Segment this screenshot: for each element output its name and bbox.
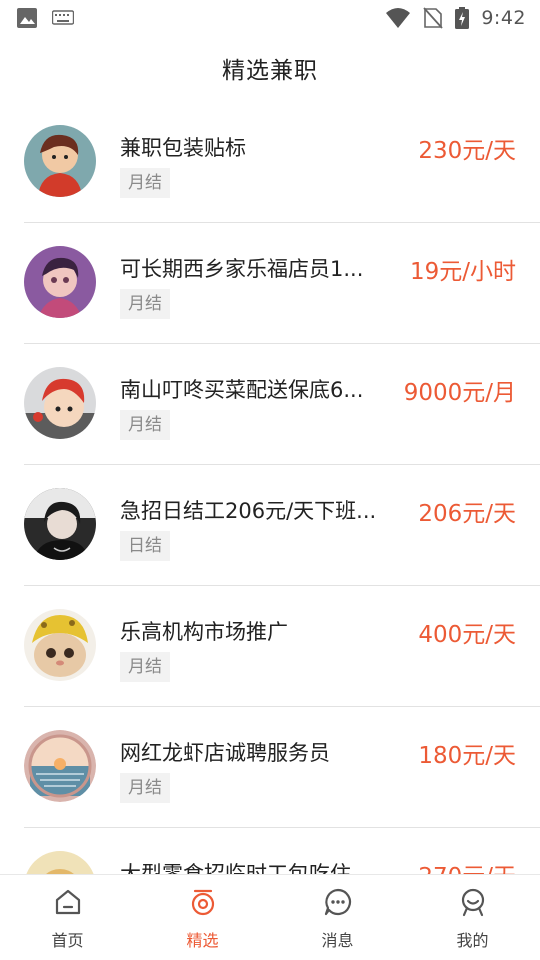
home-icon — [53, 887, 83, 921]
sunset-sea-avatar — [24, 730, 96, 802]
profile-icon — [458, 887, 488, 921]
nav-item-featured[interactable]: 精选 — [135, 875, 270, 960]
job-title: 南山叮咚买菜配送保底6... — [120, 378, 364, 402]
hooded-man-avatar — [24, 488, 96, 560]
nav-item-home[interactable]: 首页 — [0, 875, 135, 960]
salary: 180元/天 — [418, 743, 516, 769]
settlement-tag: 月结 — [120, 773, 170, 803]
nav-label: 首页 — [51, 931, 84, 950]
settlement-tag: 月结 — [120, 652, 170, 682]
job-title: 网红龙虾店诚聘服务员 — [120, 741, 330, 765]
job-title: 可长期西乡家乐福店员1... — [120, 257, 364, 281]
nav-label: 我的 — [456, 931, 489, 950]
cartoon-avatar — [24, 851, 96, 874]
strawberry-doll-avatar — [24, 367, 96, 439]
status-bar: 9:42 — [0, 0, 540, 36]
job-item[interactable]: 可长期西乡家乐福店员1... 月结 19元/小时 — [24, 223, 540, 344]
job-item[interactable]: 急招日结工206元/天下班... 日结 206元/天 — [24, 465, 540, 586]
image-icon — [16, 7, 38, 29]
salary: 19元/小时 — [409, 259, 516, 285]
nav-label: 精选 — [186, 931, 219, 950]
page-title: 精选兼职 — [222, 58, 318, 84]
job-title: 大型零食招临时工包吃住 — [120, 862, 351, 874]
settlement-tag: 日结 — [120, 531, 170, 561]
settlement-tag: 月结 — [120, 289, 170, 319]
nav-item-profile[interactable]: 我的 — [405, 875, 540, 960]
salary: 9000元/月 — [403, 380, 516, 406]
settlement-tag: 月结 — [120, 168, 170, 198]
job-item[interactable]: 网红龙虾店诚聘服务员 月结 180元/天 — [24, 707, 540, 828]
message-icon — [323, 887, 353, 921]
salary: 270元/天 — [418, 857, 516, 874]
job-item[interactable]: 兼职包装贴标 月结 230元/天 — [24, 102, 540, 223]
status-time: 9:42 — [481, 7, 526, 29]
battery-charging-icon — [455, 7, 470, 29]
job-list[interactable]: 兼职包装贴标 月结 230元/天 可长期西乡家乐福店员1... 月结 19元/小… — [0, 102, 540, 874]
job-item[interactable]: 乐高机构市场推广 月结 400元/天 — [24, 586, 540, 707]
job-item[interactable]: 南山叮咚买菜配送保底6... 月结 9000元/月 — [24, 344, 540, 465]
salary: 400元/天 — [418, 622, 516, 648]
salary: 230元/天 — [418, 138, 516, 164]
featured-icon — [188, 887, 218, 921]
salary: 206元/天 — [418, 501, 516, 527]
keyboard-icon — [52, 10, 74, 26]
cat-hat-avatar — [24, 609, 96, 681]
job-title: 兼职包装贴标 — [120, 136, 246, 160]
purple-portrait-avatar — [24, 246, 96, 318]
job-item[interactable]: 大型零食招临时工包吃住 月结 270元/天 — [24, 828, 540, 874]
girl-red-scarf-avatar — [24, 125, 96, 197]
nav-label: 消息 — [321, 931, 354, 950]
job-title: 急招日结工206元/天下班... — [120, 499, 377, 523]
header: 精选兼职 — [0, 36, 540, 100]
job-title: 乐高机构市场推广 — [120, 620, 288, 644]
bottom-nav: 首页 精选 消息 我的 — [0, 874, 540, 960]
nav-item-messages[interactable]: 消息 — [270, 875, 405, 960]
wifi-icon — [385, 7, 411, 29]
settlement-tag: 月结 — [120, 410, 170, 440]
no-sim-icon — [423, 7, 443, 29]
